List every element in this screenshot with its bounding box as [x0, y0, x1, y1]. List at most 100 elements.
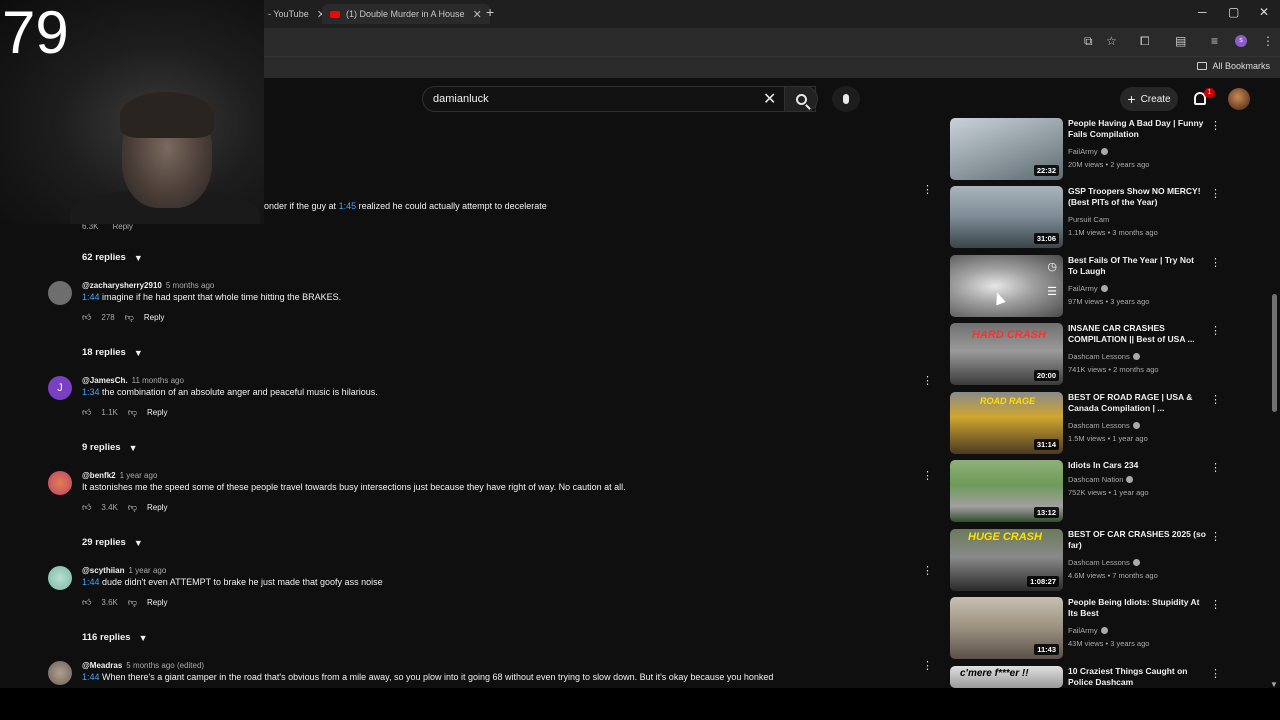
recommended-video[interactable]: 13:12 Idiots In Cars 234 Dashcam Nation … — [950, 460, 1226, 522]
video-thumbnail[interactable]: HARD CRASH 20:00 — [950, 323, 1063, 385]
channel-name[interactable]: Dashcam Lessons — [1068, 558, 1140, 567]
recommended-video[interactable]: ROAD RAGE 31:14 BEST OF ROAD RAGE | USA … — [950, 392, 1226, 454]
comment-time[interactable]: 1 year ago — [120, 471, 158, 480]
menu-icon[interactable]: ⋮ — [1262, 34, 1274, 48]
channel-name[interactable]: Dashcam Lessons — [1068, 352, 1140, 361]
search-input[interactable]: damianluck — [433, 93, 489, 105]
video-title[interactable]: BEST OF CAR CRASHES 2025 (so far) — [1068, 529, 1206, 551]
sidepanel-icon[interactable]: ▤ — [1175, 34, 1186, 48]
comment-timestamp-link[interactable]: 1:44 — [82, 672, 100, 682]
recommended-video[interactable]: HUGE CRASH 1:08:27 BEST OF CAR CRASHES 2… — [950, 529, 1226, 591]
comment-author[interactable]: @Meadras — [82, 661, 122, 670]
star-icon[interactable]: ☆ — [1106, 34, 1117, 48]
window-close-icon[interactable]: ✕ — [1259, 5, 1269, 19]
dislike-icon[interactable]: 👎︎ — [125, 312, 134, 323]
replies-toggle[interactable]: 18 replies ▼ — [82, 347, 143, 358]
like-icon[interactable]: 👍︎ — [82, 407, 91, 418]
channel-name[interactable]: FailArmy — [1068, 626, 1108, 635]
reply-button[interactable]: Reply — [144, 313, 164, 322]
video-thumbnail[interactable]: ROAD RAGE 31:14 — [950, 392, 1063, 454]
comment-timestamp-link[interactable]: 1:44 — [82, 292, 100, 302]
channel-name[interactable]: FailArmy — [1068, 284, 1108, 293]
create-button[interactable]: + Create — [1120, 87, 1178, 111]
comment-author[interactable]: @scythiian — [82, 566, 124, 575]
avatar[interactable] — [48, 281, 72, 305]
video-title[interactable]: GSP Troopers Show NO MERCY! (Best PITs o… — [1068, 186, 1206, 208]
video-title[interactable]: Best Fails Of The Year | Try Not To Laug… — [1068, 255, 1206, 277]
tab-double-murder[interactable]: (1) Double Murder in A House ✕ — [322, 4, 490, 24]
profile-avatar[interactable]: s — [1235, 35, 1247, 47]
maximize-icon[interactable]: ▢ — [1228, 5, 1239, 19]
video-menu-icon[interactable]: ⋮ — [1210, 324, 1221, 337]
comment-timestamp-link[interactable]: 1:44 — [82, 577, 100, 587]
replies-toggle[interactable]: 9 replies ▼ — [82, 442, 137, 453]
voice-search-button[interactable] — [832, 86, 860, 112]
minimize-icon[interactable]: ─ — [1198, 5, 1207, 19]
media-icon[interactable]: ≡ — [1211, 34, 1218, 48]
like-icon[interactable]: 👍︎ — [82, 312, 91, 323]
video-thumbnail[interactable]: ◷ ☰ — [950, 255, 1063, 317]
dislike-icon[interactable]: 👎︎ — [128, 597, 137, 608]
recommended-video[interactable]: 11:43 People Being Idiots: Stupidity At … — [950, 597, 1226, 659]
video-thumbnail[interactable]: HUGE CRASH 1:08:27 — [950, 529, 1063, 591]
video-thumbnail[interactable]: 31:06 — [950, 186, 1063, 248]
channel-name[interactable]: Dashcam Lessons — [1068, 421, 1140, 430]
all-bookmarks-button[interactable]: All Bookmarks — [1197, 61, 1270, 71]
cast-icon[interactable]: ⧉ — [1084, 34, 1093, 49]
close-icon[interactable]: ✕ — [473, 8, 482, 21]
replies-toggle[interactable]: 29 replies ▼ — [82, 537, 143, 548]
new-tab-button[interactable]: + — [486, 4, 494, 20]
comment-timestamp-link[interactable]: 1:45 — [339, 201, 357, 211]
video-title[interactable]: 10 Craziest Things Caught on Police Dash… — [1068, 666, 1206, 688]
recommended-video[interactable]: HARD CRASH 20:00 INSANE CAR CRASHES COMP… — [950, 323, 1226, 385]
reply-button[interactable]: Reply — [147, 503, 167, 512]
comment-time[interactable]: 5 months ago (edited) — [126, 661, 204, 670]
clear-search-icon[interactable]: ✕ — [763, 89, 776, 109]
video-menu-icon[interactable]: ⋮ — [1210, 667, 1221, 680]
replies-toggle[interactable]: 116 replies ▼ — [82, 632, 148, 643]
video-menu-icon[interactable]: ⋮ — [1210, 393, 1221, 406]
scrollbar-thumb[interactable] — [1272, 294, 1277, 412]
video-menu-icon[interactable]: ⋮ — [1210, 461, 1221, 474]
comment-time[interactable]: 5 months ago — [166, 281, 214, 290]
comment-author[interactable]: @benfk2 — [82, 471, 116, 480]
like-icon[interactable]: 👍︎ — [82, 597, 91, 608]
video-menu-icon[interactable]: ⋮ — [1210, 256, 1221, 269]
comment-author[interactable]: @JamesCh. — [82, 376, 128, 385]
tab-youtube-active[interactable]: - YouTube ✕ — [268, 4, 326, 24]
account-avatar[interactable] — [1228, 88, 1250, 110]
video-thumbnail[interactable]: 22:32 — [950, 118, 1063, 180]
reply-button[interactable]: Reply — [147, 598, 167, 607]
avatar[interactable] — [48, 471, 72, 495]
video-title[interactable]: People Being Idiots: Stupidity At Its Be… — [1068, 597, 1206, 619]
replies-toggle[interactable]: 62 replies ▼ — [82, 252, 143, 263]
channel-name[interactable]: FailArmy — [1068, 147, 1108, 156]
video-thumbnail[interactable]: 13:12 — [950, 460, 1063, 522]
comment-menu-icon[interactable]: ⋮ — [922, 376, 933, 387]
avatar[interactable] — [48, 566, 72, 590]
video-title[interactable]: BEST OF ROAD RAGE | USA & Canada Compila… — [1068, 392, 1206, 414]
recommended-video[interactable]: c'mere f***er !! 10 Craziest Things Caug… — [950, 666, 1226, 688]
add-to-queue-icon[interactable]: ☰ — [1047, 285, 1057, 298]
video-title[interactable]: Idiots In Cars 234 — [1068, 460, 1206, 471]
comment-menu-icon[interactable]: ⋮ — [922, 566, 933, 577]
video-menu-icon[interactable]: ⋮ — [1210, 119, 1221, 132]
page-scrollbar[interactable] — [1270, 80, 1280, 688]
video-title[interactable]: People Having A Bad Day | Funny Fails Co… — [1068, 118, 1206, 140]
dislike-icon[interactable]: 👎︎ — [128, 502, 137, 513]
video-menu-icon[interactable]: ⋮ — [1210, 530, 1221, 543]
search-box[interactable]: damianluck ✕ — [422, 86, 816, 112]
comment-timestamp-link[interactable]: 1:34 — [82, 387, 100, 397]
video-title[interactable]: INSANE CAR CRASHES COMPILATION || Best o… — [1068, 323, 1206, 345]
watch-later-icon[interactable]: ◷ — [1047, 260, 1057, 273]
avatar[interactable] — [48, 661, 72, 685]
comment-menu-icon[interactable]: ⋮ — [922, 661, 933, 672]
video-menu-icon[interactable]: ⋮ — [1210, 187, 1221, 200]
comment-author[interactable]: @zacharysherry2910 — [82, 281, 162, 290]
search-button[interactable] — [784, 86, 818, 112]
channel-name[interactable]: Pursuit Cam — [1068, 215, 1109, 224]
comment-time[interactable]: 11 months ago — [132, 376, 184, 385]
video-menu-icon[interactable]: ⋮ — [1210, 598, 1221, 611]
comment-menu-icon[interactable]: ⋮ — [922, 185, 933, 196]
comment-time[interactable]: 1 year ago — [128, 566, 166, 575]
